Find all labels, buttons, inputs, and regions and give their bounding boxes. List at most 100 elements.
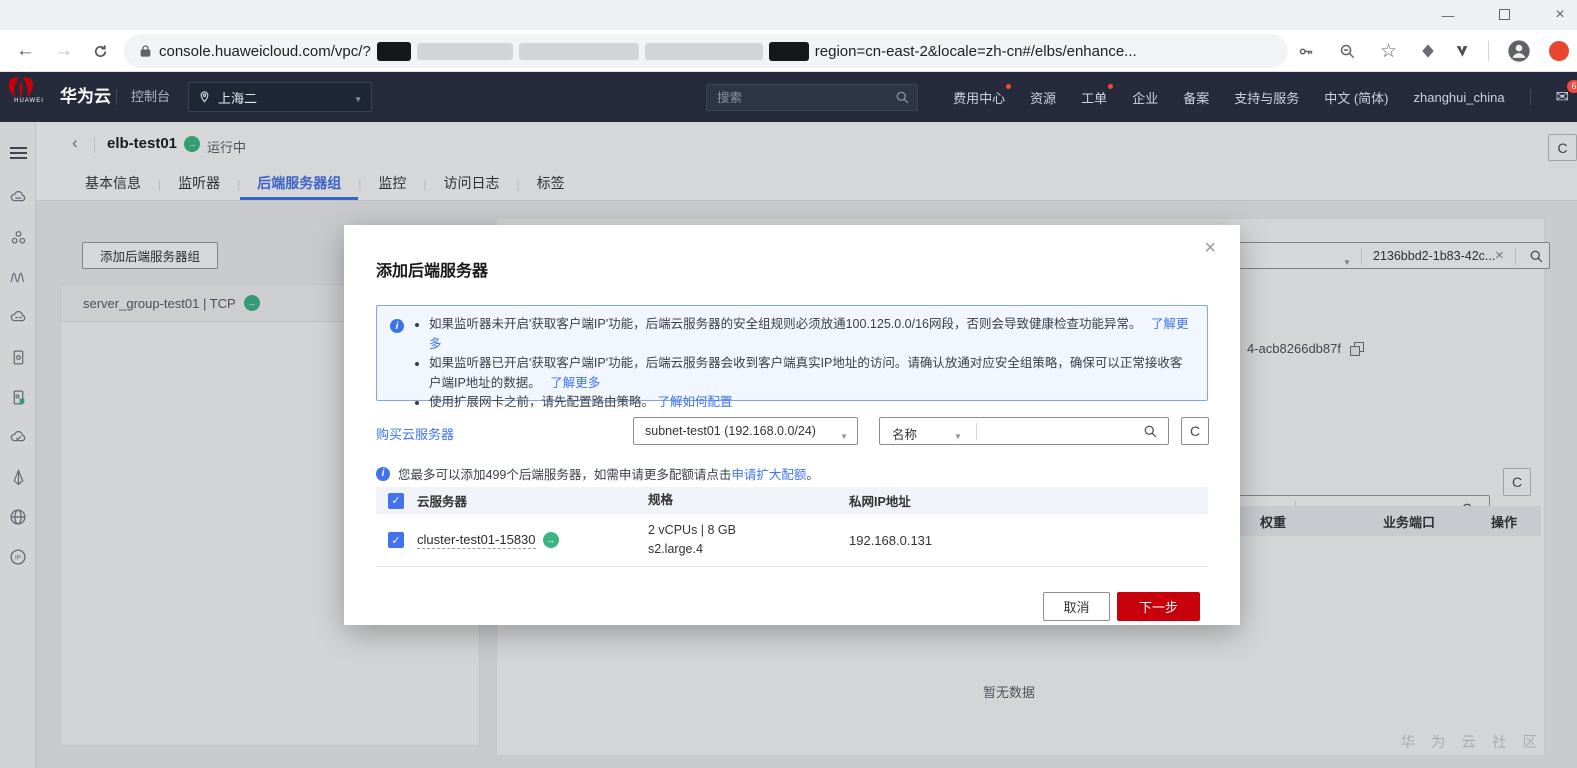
window-close-button[interactable] xyxy=(1553,6,1567,24)
huawei-logo-text: HUAWEI xyxy=(14,98,44,104)
address-bar[interactable]: console.huaweicloud.com/vpc/? region=cn-… xyxy=(124,34,1288,68)
notice-item: 如果监听器未开启'获取客户端IP'功能，后端云服务器的安全组规则必须放通100.… xyxy=(429,315,1193,354)
search-icon[interactable] xyxy=(895,90,910,105)
column-server: 云服务器 xyxy=(417,495,468,509)
nav-item-label: 中文 (简体) xyxy=(1324,90,1389,106)
window-maximize-button[interactable] xyxy=(1497,8,1511,23)
name-filter-combo[interactable]: 名称 xyxy=(879,417,1169,445)
info-icon xyxy=(376,466,390,481)
zoom-icon[interactable] xyxy=(1339,43,1356,60)
filter-select-value: 名称 xyxy=(892,428,918,442)
modal-refresh-button[interactable]: C xyxy=(1181,417,1209,445)
subnet-select-value: subnet-test01 (192.168.0.0/24) xyxy=(645,424,816,438)
notice-text: 使用扩展网卡之前，请先配置路由策略。 xyxy=(429,395,655,409)
region-selector[interactable]: 上海二 xyxy=(188,82,372,112)
window-minimize-button[interactable] xyxy=(1441,8,1455,23)
extension-icon[interactable] xyxy=(1454,43,1470,59)
notice-item: 使用扩展网卡之前，请先配置路由策略。 了解如何配置 xyxy=(429,393,1193,413)
url-redaction-block xyxy=(768,41,809,61)
location-pin-icon xyxy=(200,91,209,103)
url-redaction-block xyxy=(644,42,763,60)
subnet-select[interactable]: subnet-test01 (192.168.0.0/24) xyxy=(633,417,858,445)
region-name: 上海二 xyxy=(218,90,258,106)
nav-divider xyxy=(116,89,117,105)
topnav-search-input[interactable] xyxy=(707,85,917,110)
modal-close-icon[interactable] xyxy=(1204,237,1216,260)
quota-text-before: 您最多可以添加499个后端服务器，如需申请更多配额请点击 xyxy=(398,468,732,482)
url-redaction-block xyxy=(518,42,639,60)
watermark: 华 为 云 社 区 xyxy=(1400,735,1543,751)
url-redaction-block xyxy=(416,42,513,60)
quota-text-after: 。 xyxy=(806,468,819,482)
server-table-row[interactable]: cluster-test01-15830 2 vCPUs | 8 GB s2.l… xyxy=(376,514,1208,567)
topnav-search[interactable] xyxy=(706,84,918,111)
server-spec-line1: 2 vCPUs | 8 GB xyxy=(648,523,736,537)
window-controls xyxy=(1441,0,1567,30)
search-icon[interactable] xyxy=(1143,424,1158,439)
nav-item-label: 资源 xyxy=(1030,90,1057,106)
learn-more-link[interactable]: 了解更多 xyxy=(550,376,600,390)
nav-item-support[interactable]: 支持与服务 xyxy=(1234,88,1299,107)
nav-divider xyxy=(1529,89,1531,105)
browser-back-button[interactable]: ← xyxy=(16,30,35,72)
url-prefix: console.huaweicloud.com/vpc/? xyxy=(159,42,371,60)
nav-item-label: 工单 xyxy=(1081,90,1108,106)
column-private-ip: 私网IP地址 xyxy=(849,495,911,509)
mail-icon[interactable]: 6 xyxy=(1556,80,1577,107)
browser-toolbar: ← → console.huaweicloud.com/vpc/? region… xyxy=(0,30,1577,72)
next-step-button[interactable]: 下一步 xyxy=(1117,592,1200,621)
nav-item-label: 费用中心 xyxy=(953,90,1006,106)
extension-icon[interactable] xyxy=(1420,43,1436,59)
nav-item-label: 企业 xyxy=(1132,90,1159,106)
nav-item-account[interactable]: zhanghui_china xyxy=(1414,90,1505,105)
bookmark-star-icon[interactable]: ☆ xyxy=(1380,40,1397,63)
quota-text: 您最多可以添加499个后端服务器，如需申请更多配额请点击申请扩大配额。 xyxy=(398,464,819,483)
buy-ecs-link[interactable]: 购买云服务器 xyxy=(376,424,454,443)
info-icon xyxy=(390,319,404,333)
huawei-logo[interactable]: HUAWEI xyxy=(6,77,52,104)
notification-dot xyxy=(1108,83,1114,89)
notice-item: 如果监听器已开启'获取客户端IP'功能，后端云服务器会收到客户端真实IP地址的访… xyxy=(429,354,1193,393)
chevron-down-icon[interactable] xyxy=(954,428,962,442)
mail-badge: 6 xyxy=(1567,80,1577,93)
select-all-checkbox[interactable] xyxy=(388,492,404,509)
console-link[interactable]: 控制台 xyxy=(131,72,170,122)
name-filter-input[interactable] xyxy=(980,419,1130,443)
chevron-down-icon xyxy=(354,90,362,105)
window-titlebar xyxy=(0,0,1577,30)
nav-item-enterprise[interactable]: 企业 xyxy=(1132,88,1158,107)
row-checkbox[interactable] xyxy=(388,532,404,548)
nav-item-tickets[interactable]: 工单 xyxy=(1081,83,1114,107)
cancel-button[interactable]: 取消 xyxy=(1043,592,1110,621)
key-icon[interactable] xyxy=(1298,43,1315,60)
nav-item-resources[interactable]: 资源 xyxy=(1030,88,1056,107)
server-spec-line2: s2.large.4 xyxy=(648,542,703,556)
nav-item-icp[interactable]: 备案 xyxy=(1183,88,1209,107)
notification-dot xyxy=(1006,83,1012,89)
nav-item-billing[interactable]: 费用中心 xyxy=(953,83,1012,107)
server-name-link[interactable]: cluster-test01-15830 xyxy=(417,532,536,549)
profile-avatar-icon[interactable] xyxy=(1507,39,1531,63)
url-suffix: region=cn-east-2&locale=zh-cn#/elbs/enha… xyxy=(814,42,1137,60)
brand-title[interactable]: 华为云 xyxy=(60,72,111,122)
url-redaction-block xyxy=(376,41,411,61)
nav-item-language[interactable]: 中文 (简体) xyxy=(1324,88,1388,107)
nav-item-label: zhanghui_china xyxy=(1413,89,1505,105)
column-spec: 规格 xyxy=(648,493,674,507)
notice-text: 如果监听器已开启'获取客户端IP'功能，后端云服务器会收到客户端真实IP地址的访… xyxy=(429,356,1183,390)
extension-badge-icon[interactable] xyxy=(1549,41,1569,61)
how-to-configure-link[interactable]: 了解如何配置 xyxy=(658,395,733,409)
server-table: 云服务器 规格 私网IP地址 cluster-test01-15830 2 vC… xyxy=(376,487,1208,567)
nav-item-label: 备案 xyxy=(1183,90,1210,106)
toolbar-separator xyxy=(1488,41,1489,61)
modal-title: 添加后端服务器 xyxy=(376,263,489,280)
browser-forward-button[interactable]: → xyxy=(54,30,73,72)
add-backend-server-modal: 添加后端服务器 如果监听器未开启'获取客户端IP'功能，后端云服务器的安全组规则… xyxy=(344,225,1240,625)
server-table-header: 云服务器 规格 私网IP地址 xyxy=(376,487,1208,514)
browser-reload-button[interactable] xyxy=(92,30,109,72)
quota-line: 您最多可以添加499个后端服务器，如需申请更多配额请点击申请扩大配额。 xyxy=(376,464,819,483)
notice-box: 如果监听器未开启'获取客户端IP'功能，后端云服务器的安全组规则必须放通100.… xyxy=(376,305,1208,409)
notice-text: 如果监听器未开启'获取客户端IP'功能，后端云服务器的安全组规则必须放通100.… xyxy=(429,317,1142,331)
increase-quota-link[interactable]: 申请扩大配额 xyxy=(731,468,806,482)
nav-item-label: 支持与服务 xyxy=(1234,90,1300,106)
